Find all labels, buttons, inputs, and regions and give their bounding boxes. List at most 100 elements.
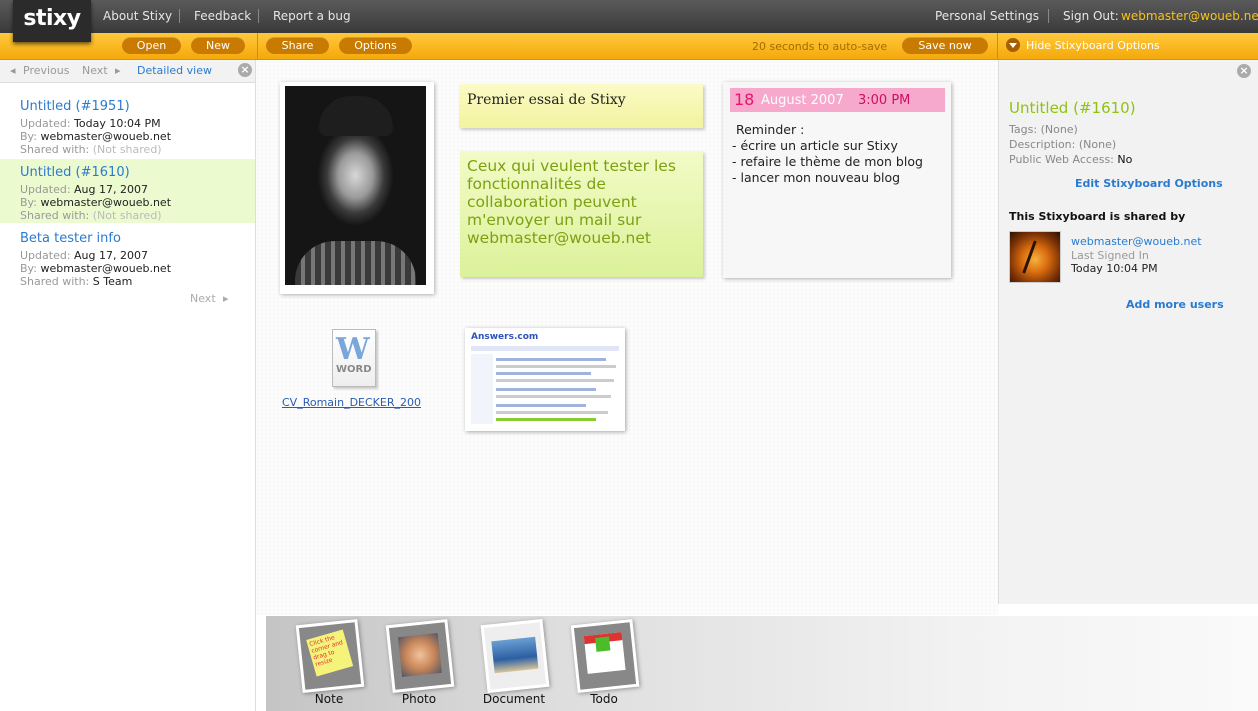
portrait-hair	[319, 96, 393, 136]
shared-value: S Team	[92, 275, 133, 288]
options-button[interactable]: Options	[339, 37, 412, 54]
photo-tool[interactable]: Photo	[384, 618, 455, 710]
new-button[interactable]: New	[191, 37, 245, 54]
todo-month: August 2007	[761, 93, 844, 108]
personal-settings-link[interactable]: Personal Settings	[935, 9, 1039, 23]
board-updated: Updated: Aug 17, 2007	[20, 249, 148, 262]
document-widget[interactable]: W WORD CV_Romain_DECKER_200	[282, 326, 432, 416]
board-title[interactable]: Untitled (#1610)	[20, 165, 130, 180]
last-signed-in-label: Last Signed In	[1071, 249, 1149, 262]
todo-day: 18	[734, 90, 755, 109]
board-title[interactable]: Beta tester info	[20, 231, 121, 246]
sticky-note[interactable]: Premier essai de Stixy	[459, 84, 703, 128]
board-owner: By: webmaster@woueb.net	[20, 196, 171, 209]
board-item-selected[interactable]: Untitled (#1610) Updated: Aug 17, 2007 B…	[0, 159, 255, 223]
board-shared: Shared with: (Not shared)	[20, 209, 162, 222]
board-item[interactable]: Untitled (#1951) Updated: Today 10:04 PM…	[0, 93, 255, 157]
description-label: Description:	[1009, 138, 1076, 151]
save-now-button[interactable]: Save now	[902, 37, 988, 54]
public-access-value: No	[1117, 153, 1133, 166]
document-tool[interactable]: Document	[479, 618, 550, 710]
next-link[interactable]: Next	[82, 64, 108, 77]
separator	[997, 33, 998, 59]
sign-out-label[interactable]: Sign Out:	[1063, 9, 1119, 23]
note-text: Premier essai de Stixy	[467, 92, 626, 108]
webpage-text-line	[496, 388, 596, 391]
photo-tool-label: Photo	[401, 692, 437, 706]
by-label: By:	[20, 262, 37, 275]
separator	[1048, 9, 1049, 23]
webpage-text-line	[496, 372, 591, 375]
detailed-view-link[interactable]: Detailed view	[137, 64, 212, 77]
updated-label: Updated:	[20, 249, 71, 262]
report-bug-link[interactable]: Report a bug	[273, 9, 351, 23]
about-link[interactable]: About Stixy	[103, 9, 172, 23]
shared-user-email[interactable]: webmaster@woueb.net	[1071, 235, 1202, 248]
webpage-text-line	[496, 395, 611, 398]
document-link[interactable]: CV_Romain_DECKER_200	[282, 396, 421, 409]
add-users-link[interactable]: Add more users	[1126, 298, 1224, 311]
hide-options-toggle[interactable]: Hide Stixyboard Options	[1006, 37, 1160, 54]
todo-text: Reminder : - écrire un article sur Stixy…	[732, 122, 923, 185]
shared-value: (Not shared)	[92, 209, 162, 222]
board-options-panel: × Untitled (#1610) Tags: (None) Descript…	[998, 60, 1258, 604]
edit-options-link[interactable]: Edit Stixyboard Options	[1075, 177, 1223, 190]
shared-value: (Not shared)	[92, 143, 162, 156]
prev-arrow-icon[interactable]: ◂	[10, 64, 16, 77]
previous-link[interactable]: Previous	[23, 64, 70, 77]
last-signed-in-time: Today 10:04 PM	[1071, 262, 1158, 275]
todo-time: 3:00 PM	[858, 93, 911, 108]
separator	[257, 33, 258, 59]
open-button[interactable]: Open	[122, 37, 181, 54]
tags-row: Tags: (None)	[1009, 123, 1078, 136]
widget-tray: Click the corner and drag to resize Note…	[266, 616, 1258, 711]
board-title: Untitled (#1610)	[1009, 99, 1136, 117]
portrait-photo	[285, 86, 426, 285]
note-tool[interactable]: Click the corner and drag to resize Note	[294, 618, 365, 710]
tags-value: (None)	[1040, 123, 1078, 136]
tags-label: Tags:	[1009, 123, 1038, 136]
shared-label: Shared with:	[20, 143, 90, 156]
separator	[179, 9, 180, 23]
updated-value: Aug 17, 2007	[74, 249, 148, 262]
bottom-next-link[interactable]: Next	[190, 292, 216, 305]
shared-label: Shared with:	[20, 275, 90, 288]
share-button[interactable]: Share	[266, 37, 329, 54]
stixy-logo[interactable]: stixy	[13, 0, 91, 42]
webpage-brand: Answers.com	[471, 332, 539, 342]
next-arrow-icon[interactable]: ▸	[115, 64, 121, 77]
word-label: WORD	[336, 364, 372, 375]
owner-value: webmaster@woueb.net	[40, 130, 172, 143]
webpage-text-line	[496, 365, 616, 368]
close-icon[interactable]: ×	[238, 63, 252, 77]
close-icon[interactable]: ×	[1237, 64, 1251, 78]
webpage-text-line	[496, 418, 596, 421]
sticky-note[interactable]: Ceux qui veulent tester les fonctionnali…	[460, 151, 703, 277]
hide-options-label: Hide Stixyboard Options	[1026, 39, 1160, 52]
todo-tool[interactable]: Todo	[569, 618, 640, 710]
updated-value: Today 10:04 PM	[74, 117, 161, 130]
webpage-snapshot-widget[interactable]: Answers.com	[465, 328, 625, 431]
todo-tool-label: Todo	[590, 692, 618, 706]
todo-widget[interactable]: 18 August 2007 3:00 PM Reminder : - écri…	[723, 82, 951, 278]
document-thumb	[491, 636, 539, 674]
board-title[interactable]: Untitled (#1951)	[20, 99, 130, 114]
board-updated: Updated: Aug 17, 2007	[20, 183, 148, 196]
shared-label: Shared with:	[20, 209, 90, 222]
board-list-sidebar: ◂ Previous Next ▸ Detailed view × Untitl…	[0, 60, 256, 711]
webpage-text-line	[496, 379, 614, 382]
photo-widget[interactable]	[280, 82, 434, 294]
photo-icon	[385, 618, 455, 694]
note-text: Ceux qui veulent tester les fonctionnali…	[467, 157, 676, 247]
todo-date-header[interactable]: 18 August 2007 3:00 PM	[730, 88, 945, 112]
board-shared: Shared with: S Team	[20, 275, 132, 288]
feedback-link[interactable]: Feedback	[194, 9, 251, 23]
board-item[interactable]: Beta tester info Updated: Aug 17, 2007 B…	[0, 225, 255, 289]
todo-icon	[570, 618, 640, 694]
updated-label: Updated:	[20, 183, 71, 196]
next-arrow-icon[interactable]: ▸	[223, 292, 229, 305]
webpage-text-line	[496, 411, 608, 414]
sign-out-email[interactable]: webmaster@woueb.net	[1121, 9, 1258, 23]
webpage-sidebar	[471, 354, 493, 424]
description-value: (None)	[1078, 138, 1117, 151]
